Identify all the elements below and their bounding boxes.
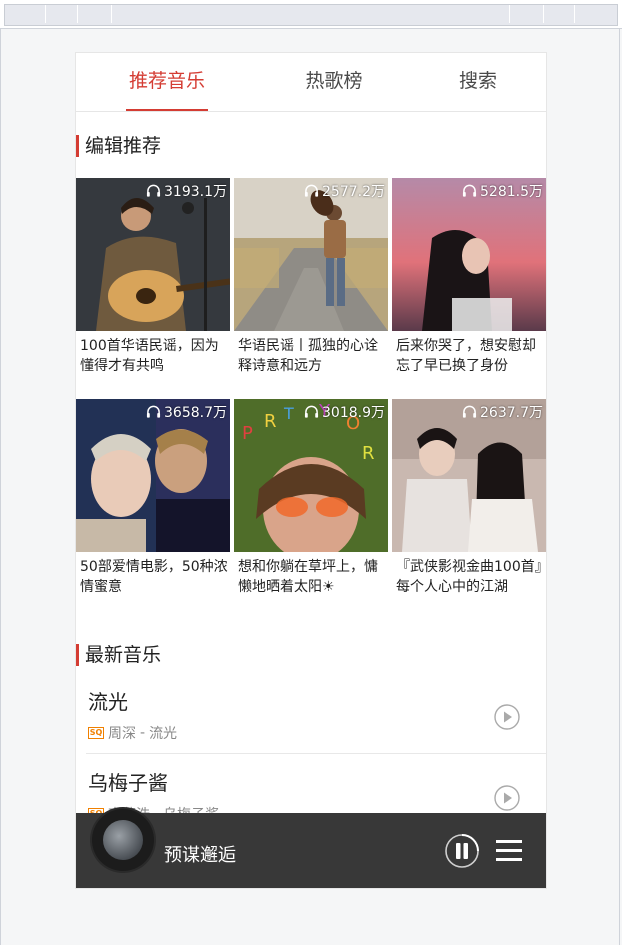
window-right-edge <box>619 28 620 945</box>
playlist-title: 50部爱情电影，50种浓情蜜意 <box>80 559 228 595</box>
pause-button[interactable] <box>444 833 480 869</box>
play-count: 3658.7万 <box>146 402 227 422</box>
play-count: 2637.7万 <box>462 402 543 422</box>
svg-text:T: T <box>283 404 294 423</box>
album-disc[interactable] <box>92 809 154 871</box>
play-count: 3018.9万 <box>304 402 385 422</box>
tab-separator <box>77 5 78 23</box>
section-title-new-music: 最新音乐 <box>76 643 161 667</box>
browser-tab-bar <box>4 4 618 26</box>
section-title-recommend: 编辑推荐 <box>76 134 161 158</box>
headphones-icon <box>304 405 319 418</box>
playlist-card[interactable]: 3193.1万 100首华语民谣，因为懂得才有共鸣 <box>76 178 230 376</box>
playlist-title: 华语民谣丨孤独的心诠释诗意和远方 <box>238 338 378 374</box>
play-count-text: 3018.9万 <box>322 405 385 421</box>
play-count-text: 3193.1万 <box>164 184 227 200</box>
playlist-card[interactable]: P R T Y O R 3018.9万 想和你躺在草坪上，慵懒地晒着太阳☀ <box>234 399 388 597</box>
music-app: 推荐音乐 热歌榜 搜索 编辑推荐 3193.1万 100首华语民谣，因为懂得才有… <box>75 52 547 889</box>
play-count-text: 3658.7万 <box>164 405 227 421</box>
headphones-icon <box>146 405 161 418</box>
play-count-text: 2637.7万 <box>480 405 543 421</box>
menu-bar <box>496 849 522 852</box>
playlist-title: 后来你哭了，想安慰却忘了早已换了身份 <box>396 338 536 374</box>
headphones-icon <box>462 405 477 418</box>
tab-separator <box>509 5 510 23</box>
now-playing-title: 预谋邂逅 <box>164 845 236 866</box>
song-name: 流光 <box>88 690 128 714</box>
song-name: 乌梅子酱 <box>88 771 168 795</box>
svg-text:R: R <box>264 411 277 432</box>
playlist-cover: 3658.7万 <box>76 399 230 552</box>
song-artist: 周深 <box>108 726 136 742</box>
section-title-recommend-text: 编辑推荐 <box>85 135 162 157</box>
tab-separator <box>574 5 575 23</box>
tab-bar: 推荐音乐 热歌榜 搜索 <box>76 53 546 112</box>
album-art <box>103 820 143 860</box>
section-title-new-music-text: 最新音乐 <box>85 644 162 666</box>
song-divider <box>86 753 546 754</box>
playlist-cover: 2637.7万 <box>392 399 546 552</box>
play-count: 3193.1万 <box>146 181 227 201</box>
playlist-menu-button[interactable] <box>496 840 522 862</box>
menu-bar <box>496 858 522 861</box>
playlist-title: 『武侠影视金曲100首』每个人心中的江湖 <box>396 559 542 595</box>
tab-separator <box>543 5 544 23</box>
playlist-cover: P R T Y O R 3018.9万 <box>234 399 388 552</box>
playlist-title: 100首华语民谣，因为懂得才有共鸣 <box>80 338 219 374</box>
browser-top-strip <box>0 0 622 29</box>
playlist-title: 想和你躺在草坪上，慵懒地晒着太阳☀ <box>238 559 378 595</box>
tab-hot-songs-label: 热歌榜 <box>305 70 363 92</box>
song-album: 流光 <box>149 726 178 742</box>
playlist-cover: 5281.5万 <box>392 178 546 331</box>
tab-recommend[interactable]: 推荐音乐 <box>126 53 208 111</box>
tab-separator <box>45 5 46 23</box>
play-circle-icon[interactable] <box>494 785 520 811</box>
playlist-card[interactable]: 3658.7万 50部爱情电影，50种浓情蜜意 <box>76 399 230 597</box>
play-count-text: 2577.2万 <box>322 184 385 200</box>
tab-hot-songs[interactable]: 热歌榜 <box>298 53 370 111</box>
play-count: 5281.5万 <box>462 181 543 201</box>
playlist-cover: 2577.2万 <box>234 178 388 331</box>
song-meta: SQ 周深 - 流光 <box>88 723 177 743</box>
svg-text:P: P <box>242 423 253 444</box>
bottom-player-bar: 预谋邂逅 <box>76 809 546 888</box>
window-left-edge <box>0 28 1 945</box>
headphones-icon <box>304 184 319 197</box>
play-circle-icon[interactable] <box>494 704 520 730</box>
tab-search-label: 搜索 <box>458 70 497 92</box>
playlist-card[interactable]: 2637.7万 『武侠影视金曲100首』每个人心中的江湖 <box>392 399 546 597</box>
svg-text:R: R <box>362 443 375 464</box>
headphones-icon <box>462 184 477 197</box>
sq-badge: SQ <box>88 727 104 739</box>
playlist-cover: 3193.1万 <box>76 178 230 331</box>
tab-separator <box>111 5 112 23</box>
play-count: 2577.2万 <box>304 181 385 201</box>
active-tab-underline <box>126 109 208 111</box>
tab-search[interactable]: 搜索 <box>454 53 502 111</box>
song-list-item[interactable]: 流光 SQ 周深 - 流光 <box>76 676 546 754</box>
menu-bar <box>496 840 522 843</box>
playlist-card[interactable]: 5281.5万 后来你哭了，想安慰却忘了早已换了身份 <box>392 178 546 376</box>
play-count-text: 5281.5万 <box>480 184 543 200</box>
song-meta-separator: - <box>140 725 146 741</box>
playlist-card[interactable]: 2577.2万 华语民谣丨孤独的心诠释诗意和远方 <box>234 178 388 376</box>
tab-recommend-label: 推荐音乐 <box>128 70 205 92</box>
headphones-icon <box>146 184 161 197</box>
